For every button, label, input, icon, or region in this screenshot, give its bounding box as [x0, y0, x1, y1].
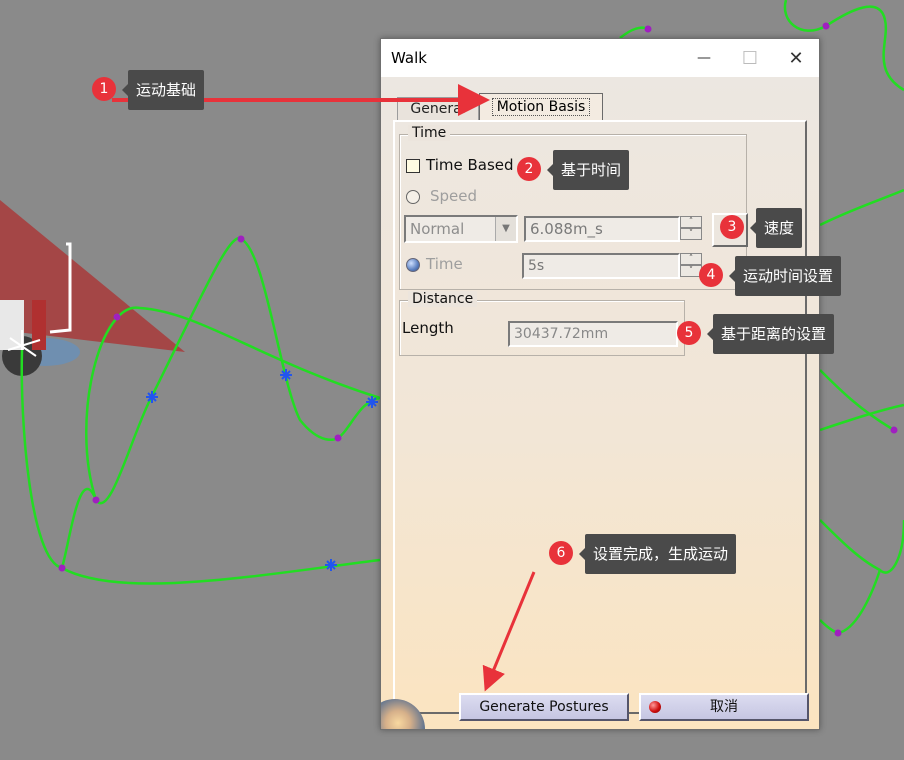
speed-radio[interactable]	[406, 190, 420, 204]
speed-spinner[interactable]: ˄ ˅	[680, 216, 702, 242]
chevron-down-icon[interactable]: ▼	[495, 217, 516, 241]
close-icon: ✕	[788, 47, 804, 69]
spin-up-icon[interactable]: ˄	[680, 216, 702, 228]
time-label: Time	[426, 255, 463, 273]
badge-5: 5	[677, 321, 701, 345]
speed-preset-select[interactable]: Normal ▼	[404, 215, 518, 243]
distance-group-title: Distance	[408, 291, 478, 307]
speed-label: Speed	[430, 187, 478, 205]
minimize-icon: —	[697, 50, 711, 66]
generate-postures-button[interactable]: Generate Postures	[459, 693, 629, 721]
time-based-checkbox[interactable]	[406, 159, 420, 173]
distance-group: Distance Length 30437.72mm	[399, 291, 685, 356]
badge-4: 4	[699, 263, 723, 287]
time-value-field[interactable]: 5s	[522, 253, 680, 279]
speed-value-field[interactable]: 6.088m_s	[524, 216, 680, 242]
view-cone	[0, 200, 185, 352]
title-bar[interactable]: Walk — ☐ ✕	[381, 39, 819, 77]
tab-general[interactable]: General	[397, 97, 479, 121]
callout-5: 基于距离的设置	[706, 314, 835, 354]
maximize-button[interactable]: ☐	[727, 39, 773, 77]
length-label: Length	[402, 319, 454, 337]
spin-up-icon[interactable]: ˄	[680, 253, 702, 265]
callout-4: 运动时间设置	[728, 256, 842, 296]
cancel-label: 取消	[710, 699, 738, 715]
badge-2: 2	[517, 157, 541, 181]
tab-motion-basis[interactable]: Motion Basis	[479, 93, 603, 121]
dialog-title: Walk	[391, 49, 427, 67]
globe-icon	[381, 691, 433, 729]
star-markers	[146, 369, 378, 571]
badge-3: 3	[720, 215, 744, 239]
stop-icon	[649, 701, 661, 713]
motion-basis-panel: Time Time Based Speed Normal ▼ 6.088m_s …	[393, 120, 807, 714]
badge-6: 6	[549, 541, 573, 565]
time-radio[interactable]	[406, 258, 420, 272]
tab-motion-basis-label: Motion Basis	[491, 98, 591, 116]
cancel-button[interactable]: 取消	[639, 693, 809, 721]
badge-1: 1	[92, 77, 116, 101]
callout-1: 运动基础	[121, 70, 205, 110]
spin-down-icon[interactable]: ˅	[680, 228, 702, 240]
minimize-button[interactable]: —	[681, 39, 727, 77]
length-value-field[interactable]: 30437.72mm	[508, 321, 678, 347]
callout-3: 速度	[749, 208, 803, 248]
maximize-icon: ☐	[741, 47, 759, 69]
speed-preset-value: Normal	[410, 220, 465, 238]
time-group-title: Time	[408, 125, 451, 141]
callout-6: 设置完成，生成运动	[578, 534, 737, 574]
callout-2: 基于时间	[546, 150, 630, 190]
close-button[interactable]: ✕	[773, 39, 819, 77]
time-based-label: Time Based	[426, 156, 514, 174]
walk-dialog: Walk — ☐ ✕ General Motion Basis Time Tim…	[380, 38, 820, 730]
